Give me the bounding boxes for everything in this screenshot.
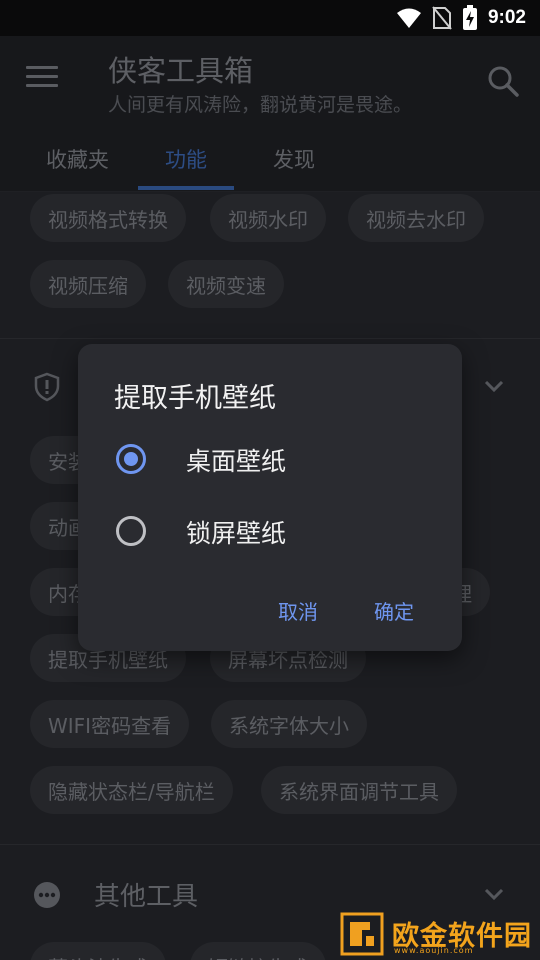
watermark-logo: 欧金软件园 www.aoujin.com bbox=[340, 912, 536, 956]
option-lock-wallpaper[interactable]: 锁屏壁纸 bbox=[78, 500, 462, 564]
logo-icon bbox=[340, 912, 384, 956]
no-sim-icon bbox=[432, 6, 452, 30]
cancel-button[interactable]: 取消 bbox=[278, 596, 318, 625]
radio-button-checked[interactable] bbox=[116, 444, 146, 474]
status-bar: 9:02 bbox=[0, 0, 540, 36]
status-time: 9:02 bbox=[487, 7, 526, 28]
radio-button-unchecked[interactable] bbox=[116, 516, 146, 546]
watermark-url: www.aoujin.com bbox=[394, 946, 474, 955]
dialog-title: 提取手机壁纸 bbox=[114, 383, 276, 414]
battery-charging-icon bbox=[462, 5, 477, 30]
extract-wallpaper-dialog: 提取手机壁纸 桌面壁纸 锁屏壁纸 取消 确定 bbox=[78, 344, 462, 651]
option-label: 锁屏壁纸 bbox=[186, 519, 287, 548]
option-label: 桌面壁纸 bbox=[186, 447, 287, 476]
wifi-icon bbox=[396, 8, 421, 28]
option-home-wallpaper[interactable]: 桌面壁纸 bbox=[78, 428, 462, 492]
confirm-button[interactable]: 确定 bbox=[374, 596, 414, 625]
